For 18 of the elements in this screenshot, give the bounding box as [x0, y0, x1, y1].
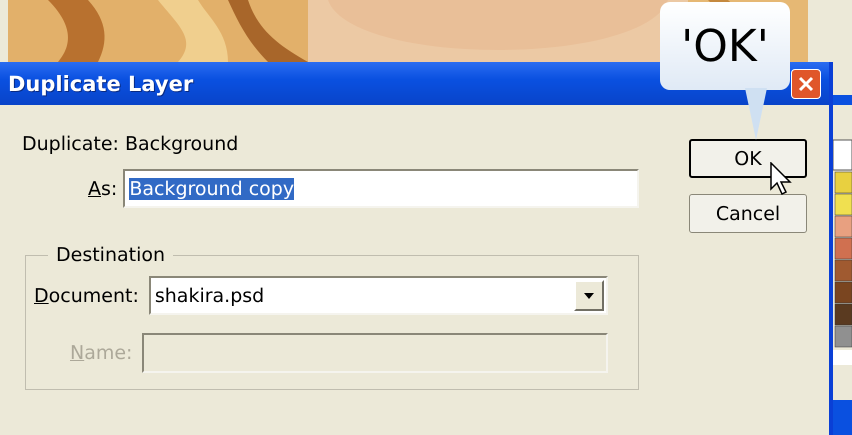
- document-dropdown[interactable]: shakira.psd: [148, 276, 608, 315]
- close-button[interactable]: [791, 68, 821, 98]
- name-label: Name:: [70, 342, 132, 364]
- field-value: Background copy: [129, 178, 294, 200]
- dropdown-button[interactable]: [574, 280, 604, 311]
- cursor-icon: [770, 162, 792, 196]
- callout-text: 'OK': [681, 20, 769, 72]
- source-label: Duplicate: Background: [22, 133, 240, 155]
- callout-tail: [745, 88, 767, 140]
- close-icon: [798, 76, 814, 92]
- as-field[interactable]: Background copy: [123, 169, 639, 208]
- window-title: Duplicate Layer: [8, 72, 194, 96]
- group-legend: Destination: [48, 244, 174, 266]
- as-label: As:: [88, 178, 118, 200]
- dialog-button[interactable]: Cancel: [689, 194, 807, 233]
- caret-icon: [584, 292, 594, 298]
- dialog-button[interactable]: OK: [689, 139, 807, 178]
- document-label: Document:: [34, 284, 139, 306]
